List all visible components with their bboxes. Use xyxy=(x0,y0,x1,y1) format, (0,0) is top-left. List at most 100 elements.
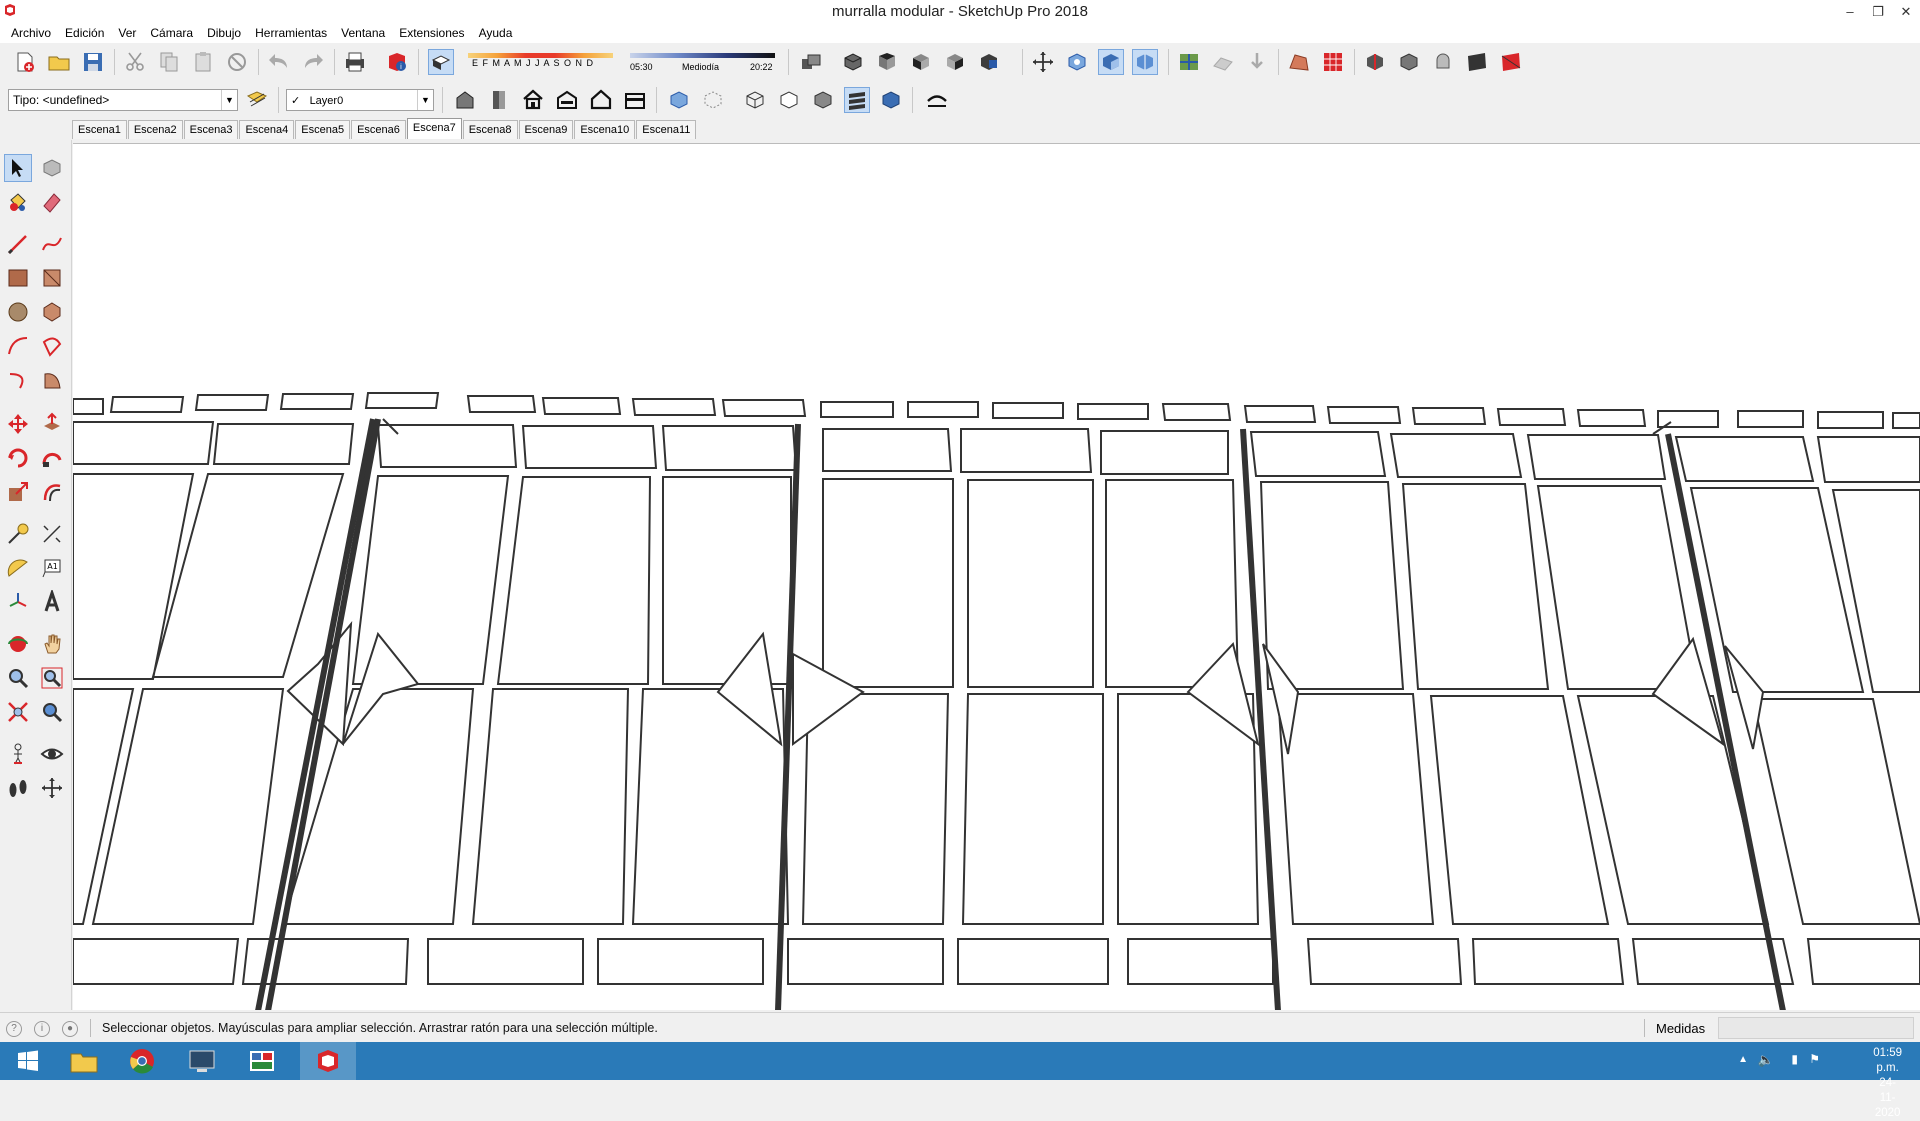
walk-tool-icon[interactable] xyxy=(4,774,32,802)
zoom-extents-icon[interactable] xyxy=(4,698,32,726)
minimize-button[interactable]: – xyxy=(1836,0,1864,23)
iso-house-icon[interactable] xyxy=(452,87,478,113)
menu-extensiones[interactable]: Extensiones xyxy=(392,23,471,43)
menu-ayuda[interactable]: Ayuda xyxy=(472,23,520,43)
look-around-icon[interactable] xyxy=(38,740,66,768)
wireframe-icon[interactable] xyxy=(742,87,768,113)
paint-bucket-icon[interactable] xyxy=(4,188,32,216)
geo-location-icon[interactable] xyxy=(1176,49,1202,75)
zoom-window-icon[interactable] xyxy=(38,664,66,692)
walk-stairs-icon[interactable] xyxy=(924,87,950,113)
rotate-tool-icon[interactable] xyxy=(4,444,32,472)
tab-escena11[interactable]: Escena11 xyxy=(636,120,697,139)
start-button[interactable] xyxy=(0,1042,56,1080)
erase-selection-icon[interactable] xyxy=(224,49,250,75)
share-model-icon[interactable] xyxy=(1396,49,1422,75)
right-view-icon[interactable] xyxy=(942,49,968,75)
follow-me-icon[interactable] xyxy=(38,444,66,472)
arc-tool-icon[interactable] xyxy=(4,332,32,360)
make-component-tool-icon[interactable] xyxy=(38,154,66,182)
cut-icon[interactable] xyxy=(122,49,148,75)
tab-escena7[interactable]: Escena7 xyxy=(406,118,462,139)
shaded-textures-icon[interactable] xyxy=(844,87,870,113)
protractor-icon[interactable] xyxy=(4,554,32,582)
print-icon[interactable] xyxy=(342,49,368,75)
desktop-app-icon[interactable] xyxy=(174,1042,230,1080)
left-house-icon[interactable] xyxy=(622,87,648,113)
geo-status-icon[interactable]: ? xyxy=(6,1021,22,1037)
layout-icon[interactable] xyxy=(1464,49,1490,75)
warehouse-icon[interactable] xyxy=(1362,49,1388,75)
section-plane-tool-icon[interactable] xyxy=(38,774,66,802)
two-point-arc-icon[interactable] xyxy=(38,332,66,360)
save-icon[interactable] xyxy=(80,49,106,75)
undo-icon[interactable] xyxy=(266,49,292,75)
layer-dropdown[interactable]: ✓ Layer0 ▼ xyxy=(286,89,434,111)
zoom-tool-icon[interactable] xyxy=(4,664,32,692)
close-button[interactable]: ✕ xyxy=(1892,0,1920,23)
xray-icon[interactable] xyxy=(666,87,692,113)
pie-tool-icon[interactable] xyxy=(38,366,66,394)
iso-view-icon[interactable] xyxy=(840,49,866,75)
pan-icon[interactable] xyxy=(1030,49,1056,75)
menu-herramientas[interactable]: Herramientas xyxy=(248,23,334,43)
monochrome-icon[interactable] xyxy=(878,87,904,113)
rectangle-tool-icon[interactable] xyxy=(4,264,32,292)
tray-chevron-up-icon[interactable]: ▲ xyxy=(1738,1054,1748,1065)
credits-icon[interactable]: i xyxy=(34,1021,50,1037)
back-view-icon[interactable] xyxy=(976,49,1002,75)
toggle-terrain-icon[interactable] xyxy=(1210,49,1236,75)
open-folder-icon[interactable] xyxy=(46,49,72,75)
tab-escena5[interactable]: Escena5 xyxy=(295,120,351,139)
back-house-icon[interactable] xyxy=(588,87,614,113)
rotated-rectangle-icon[interactable] xyxy=(38,264,66,292)
freehand-icon[interactable] xyxy=(38,230,66,258)
tab-escena4[interactable]: Escena4 xyxy=(239,120,295,139)
sandbox-grid-icon[interactable] xyxy=(1320,49,1346,75)
tag-tool-icon[interactable] xyxy=(244,87,270,113)
eraser-icon[interactable] xyxy=(38,188,66,216)
sketchup-taskbar-icon[interactable] xyxy=(300,1042,356,1080)
axes-tool-icon[interactable] xyxy=(4,588,32,616)
copy-icon[interactable] xyxy=(156,49,182,75)
right-house-icon[interactable] xyxy=(554,87,580,113)
sketchup-app-icon[interactable] xyxy=(3,3,17,17)
sandbox-smoove-icon[interactable] xyxy=(1286,49,1312,75)
model-info-icon[interactable]: i xyxy=(384,49,410,75)
top-house-icon[interactable] xyxy=(486,87,512,113)
tab-escena1[interactable]: Escena1 xyxy=(72,120,127,139)
section-display-icon[interactable] xyxy=(1098,49,1124,75)
previous-view-icon[interactable] xyxy=(38,698,66,726)
extension-warehouse-icon[interactable] xyxy=(1430,49,1456,75)
taskbar-clock[interactable]: 01:59 p.m. 24-11-2020 xyxy=(1873,1046,1902,1121)
tag-dropdown[interactable]: Tipo: <undefined> ▼ xyxy=(8,89,238,111)
paste-icon[interactable] xyxy=(190,49,216,75)
circle-tool-icon[interactable] xyxy=(4,298,32,326)
move-tool-icon[interactable] xyxy=(4,410,32,438)
hidden-line-icon[interactable] xyxy=(776,87,802,113)
menu-ver[interactable]: Ver xyxy=(111,23,143,43)
shadow-month-slider[interactable]: E F M A M J J A S O N D xyxy=(468,51,613,68)
shaded-icon[interactable] xyxy=(810,87,836,113)
menu-dibujo[interactable]: Dibujo xyxy=(200,23,248,43)
maximize-button[interactable]: ❐ xyxy=(1864,0,1892,23)
3d-text-icon[interactable] xyxy=(38,588,66,616)
measures-input[interactable] xyxy=(1718,1017,1914,1039)
tab-escena6[interactable]: Escena6 xyxy=(351,120,406,139)
push-pull-icon[interactable] xyxy=(38,410,66,438)
section-plane-icon[interactable] xyxy=(1064,49,1090,75)
section-cuts-icon[interactable] xyxy=(1132,49,1158,75)
orbit-tool-icon[interactable] xyxy=(4,630,32,658)
add-location-icon[interactable] xyxy=(1244,49,1270,75)
menu-camara[interactable]: Cámara xyxy=(143,23,200,43)
media-app-icon[interactable] xyxy=(234,1042,290,1080)
user-account-icon[interactable]: ● xyxy=(62,1021,78,1037)
redo-icon[interactable] xyxy=(300,49,326,75)
text-tool-icon[interactable]: A1 xyxy=(38,554,66,582)
tape-measure-icon[interactable] xyxy=(4,520,32,548)
tab-escena10[interactable]: Escena10 xyxy=(574,120,636,139)
scale-tool-icon[interactable] xyxy=(4,478,32,506)
new-file-icon[interactable] xyxy=(12,49,38,75)
position-camera-icon[interactable] xyxy=(4,740,32,768)
action-center-icon[interactable]: ⚑ xyxy=(1809,1052,1820,1066)
